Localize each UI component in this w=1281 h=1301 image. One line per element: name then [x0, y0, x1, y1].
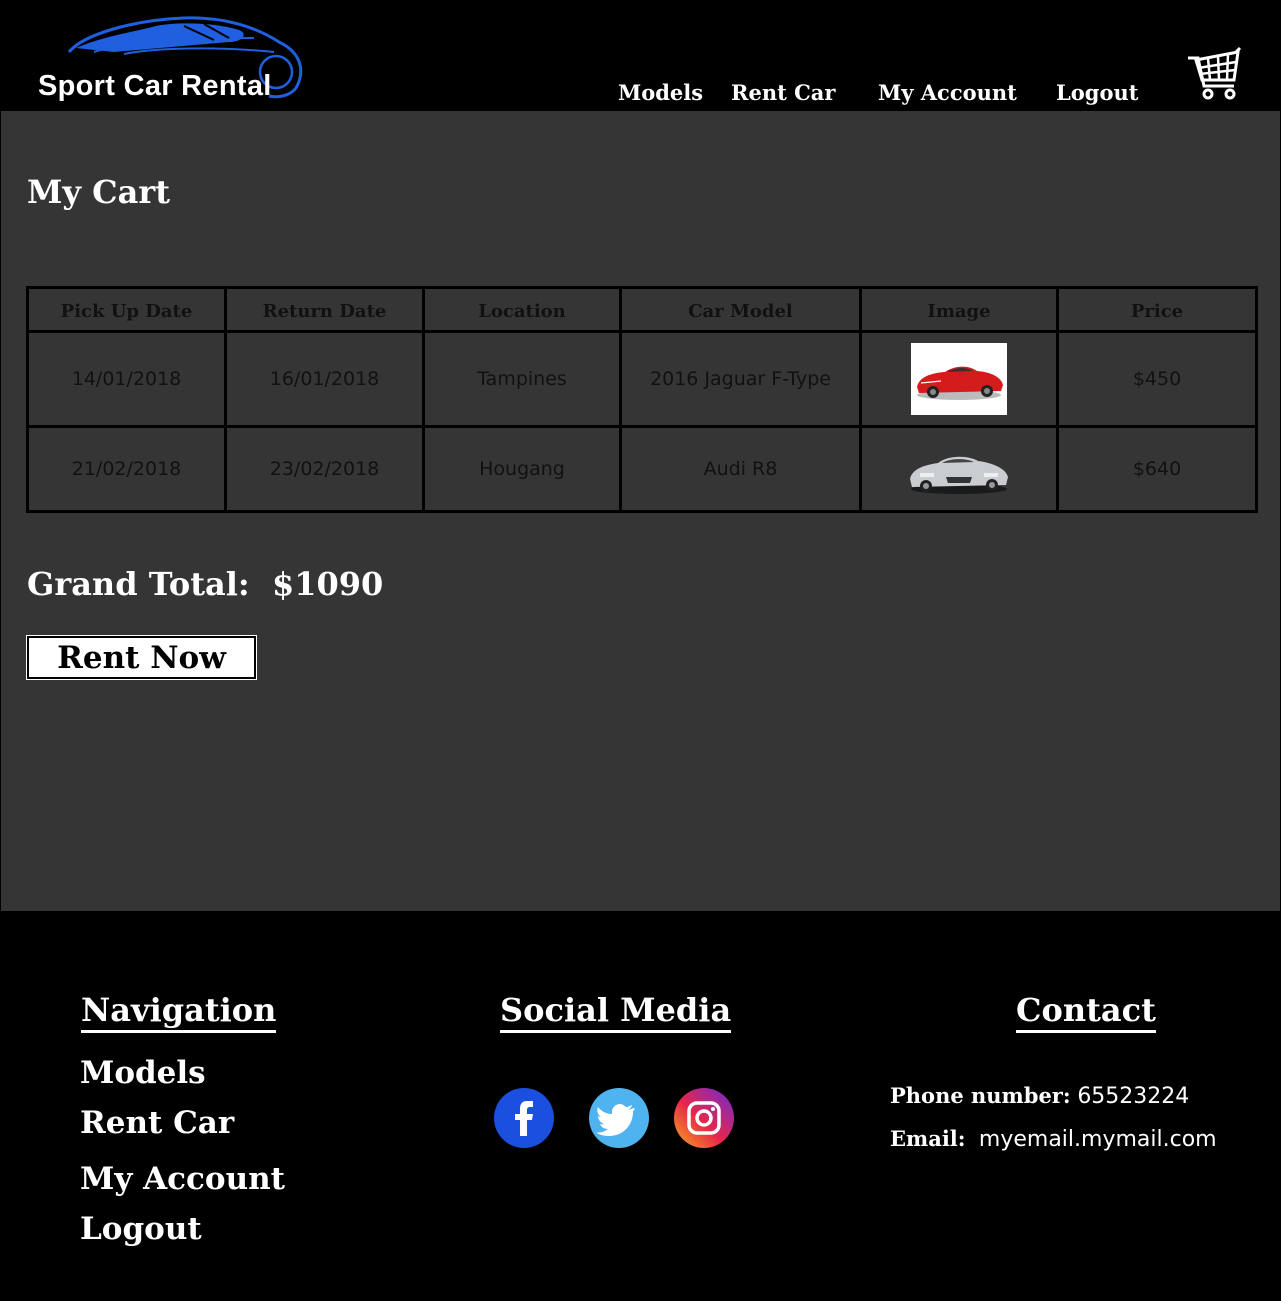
image-cell — [859, 330, 1059, 428]
footer-link-my-account[interactable]: My Account — [80, 1161, 285, 1197]
car-model-cell: 2016 Jaguar F-Type — [619, 330, 862, 428]
silver-sports-car-image — [910, 456, 1008, 494]
contact-email: Email: myemail.mymail.com — [890, 1126, 1217, 1152]
email-label: Email: — [890, 1126, 966, 1151]
pickup-date-cell: 14/01/2018 — [26, 330, 227, 428]
pickup-date-cell: 21/02/2018 — [26, 425, 227, 513]
header-pickup-date: Pick Up Date — [26, 286, 227, 333]
price-cell: $450 — [1056, 330, 1258, 428]
footer-contact-heading: Contact — [1016, 991, 1156, 1033]
table-row: 14/01/2018 16/01/2018 Tampines 2016 Jagu… — [26, 330, 1258, 428]
shopping-cart-icon[interactable] — [1186, 46, 1242, 102]
phone-value: 65523224 — [1077, 1084, 1190, 1109]
site-logo[interactable]: Sport Car Rental — [38, 12, 308, 108]
header-location: Location — [422, 286, 622, 333]
footer-social-heading: Social Media — [500, 991, 732, 1033]
footer-link-logout[interactable]: Logout — [80, 1211, 202, 1247]
nav-logout[interactable]: Logout — [1056, 80, 1138, 105]
grand-total-value: $1090 — [271, 565, 384, 603]
header-return-date: Return Date — [224, 286, 425, 333]
nav-rent-car[interactable]: Rent Car — [731, 80, 835, 105]
main-content: My Cart Pick Up Date Return Date Locatio… — [1, 111, 1280, 911]
cart-table: Pick Up Date Return Date Location Car Mo… — [26, 286, 1258, 513]
table-header-row: Pick Up Date Return Date Location Car Mo… — [26, 286, 1258, 333]
header-price: Price — [1056, 286, 1258, 333]
nav-my-account[interactable]: My Account — [878, 80, 1017, 105]
contact-phone: Phone number: 65523224 — [890, 1083, 1189, 1109]
grand-total: Grand Total: $1090 — [27, 565, 383, 603]
header-image: Image — [859, 286, 1059, 333]
email-value[interactable]: myemail.mymail.com — [979, 1127, 1217, 1152]
phone-label: Phone number: — [890, 1083, 1071, 1108]
nav-models[interactable]: Models — [618, 80, 703, 105]
image-cell — [859, 425, 1059, 513]
header-car-model: Car Model — [619, 286, 862, 333]
facebook-icon[interactable] — [494, 1088, 554, 1148]
location-cell: Hougang — [422, 425, 622, 513]
brand-name: Sport Car Rental — [38, 70, 272, 102]
footer-link-rent-car[interactable]: Rent Car — [80, 1105, 234, 1141]
location-cell: Tampines — [422, 330, 622, 428]
car-model-cell: Audi R8 — [619, 425, 862, 513]
grand-total-label: Grand Total: — [27, 565, 250, 603]
site-footer: Navigation Models Rent Car My Account Lo… — [0, 911, 1281, 1301]
twitter-icon[interactable] — [589, 1088, 649, 1148]
return-date-cell: 23/02/2018 — [224, 425, 425, 513]
page-title: My Cart — [27, 173, 170, 211]
instagram-icon[interactable] — [674, 1088, 734, 1148]
red-sports-car-image — [911, 343, 1007, 415]
price-cell: $640 — [1056, 425, 1258, 513]
rent-now-button[interactable]: Rent Now — [26, 635, 257, 680]
site-header: Sport Car Rental Models Rent Car My Acco… — [0, 0, 1281, 111]
return-date-cell: 16/01/2018 — [224, 330, 425, 428]
footer-link-models[interactable]: Models — [80, 1055, 206, 1091]
footer-navigation-heading: Navigation — [81, 991, 277, 1033]
table-row: 21/02/2018 23/02/2018 Hougang Audi R8 $6… — [26, 425, 1258, 513]
